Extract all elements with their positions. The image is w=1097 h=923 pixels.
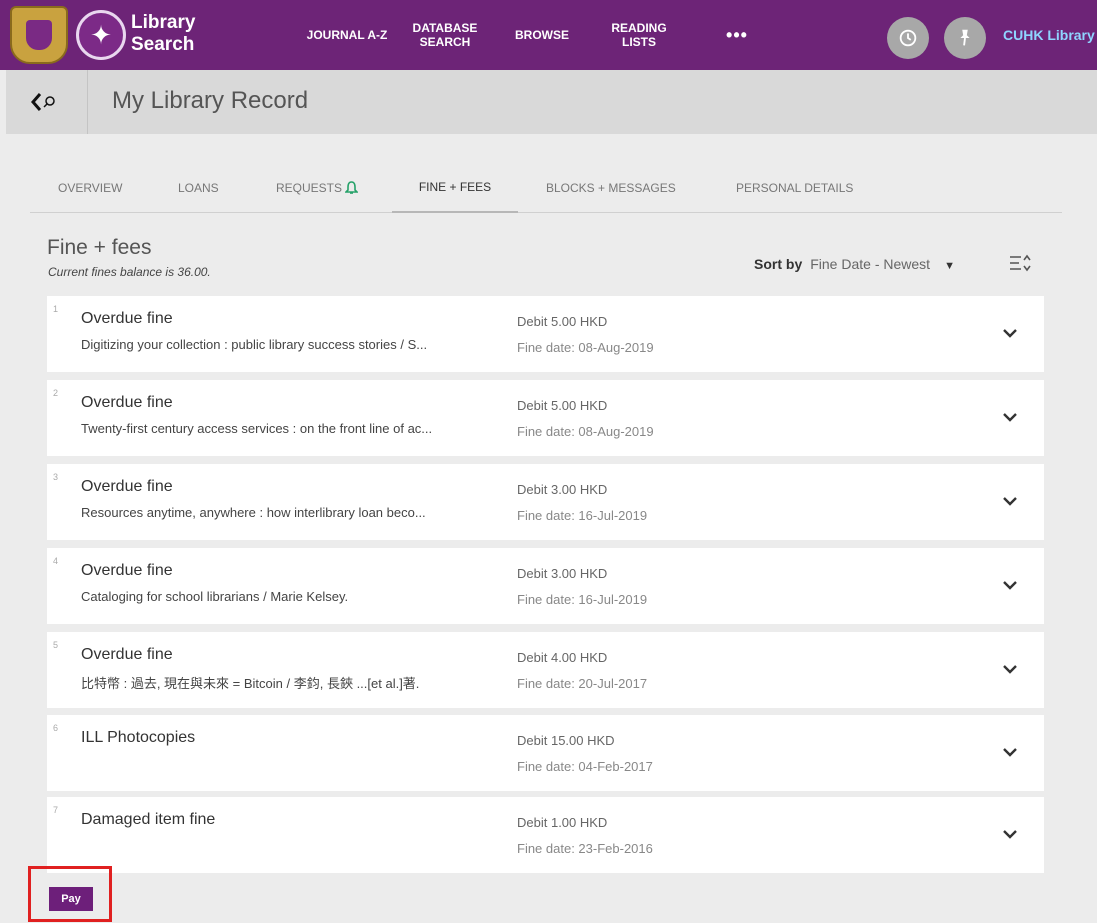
search-history-button[interactable] [887,17,929,59]
fine-debit: Debit 15.00 HKD [517,733,615,748]
fine-type: ILL Photocopies [81,729,196,746]
fine-debit: Debit 4.00 HKD [517,650,608,665]
fine-item-title: Twenty-first century access services : o… [81,421,433,436]
tab-label: REQUESTS [276,181,343,195]
fine-debit: Debit 3.00 HKD [517,482,608,497]
row-number: 4 [53,556,59,566]
row-number: 6 [53,723,59,733]
tab-requests[interactable]: REQUESTS [276,163,359,213]
nav-label-line-1: READING [611,21,667,35]
fine-debit: Debit 3.00 HKD [517,566,608,581]
fine-date: Fine date: 20-Jul-2017 [517,676,648,691]
back-search-icon [30,93,55,111]
nav-database-search[interactable]: DATABASE SEARCH [400,0,490,70]
fine-type: Damaged item fine [81,811,216,828]
chevron-down-icon [1003,665,1017,674]
logo-line-2: Search [131,34,195,55]
expand-row-button[interactable] [999,741,1021,763]
fine-type: Overdue fine [81,646,173,663]
fine-date: Fine date: 04-Feb-2017 [517,759,653,774]
section-title: Fine + fees [47,236,152,259]
logo-line-1: Library [131,12,196,33]
university-crest-logo[interactable] [10,6,68,64]
library-record-tabs: OVERVIEW LOANS REQUESTS FINE + FEES BLOC… [30,163,1062,213]
row-number: 7 [53,805,59,815]
sort-direction-button[interactable] [1008,252,1032,279]
fine-type: Overdue fine [81,478,173,495]
row-number: 1 [53,304,59,314]
library-search-logo-icon[interactable]: ✦ [76,10,126,60]
row-number: 3 [53,472,59,482]
fine-row[interactable]: 1 Overdue fine Digitizing your collectio… [47,296,1044,372]
nav-more-button[interactable]: ••• [714,0,760,70]
library-search-logo-text[interactable]: Library Search [131,12,195,56]
fines-balance: Current fines balance is 36.00. [48,265,211,279]
fine-row[interactable]: 5 Overdue fine 比特幣 : 過去, 現在與未來 = Bitcoin… [47,632,1044,708]
back-to-search-button[interactable] [6,70,88,134]
fine-row[interactable]: 2 Overdue fine Twenty-first century acce… [47,380,1044,456]
nav-browse[interactable]: BROWSE [500,0,584,70]
nav-reading-lists[interactable]: READING LISTS [596,0,682,70]
caret-down-icon: ▼ [944,260,955,272]
fine-item-title: Cataloging for school librarians / Marie… [81,589,349,604]
expand-row-button[interactable] [999,322,1021,344]
chevron-down-icon [1003,748,1017,757]
fine-debit: Debit 1.00 HKD [517,815,608,830]
page-header: My Library Record [6,70,1097,134]
fine-type: Overdue fine [81,394,173,411]
nav-label-line-1: DATABASE [412,21,478,35]
top-bar: ✦ Library Search JOURNAL A-Z DATABASE SE… [0,0,1097,70]
fine-type: Overdue fine [81,310,173,327]
chevron-down-icon [1003,830,1017,839]
tab-personal-details[interactable]: PERSONAL DETAILS [736,163,853,213]
fine-date: Fine date: 08-Aug-2019 [517,424,654,439]
fine-item-title: Digitizing your collection : public libr… [81,337,428,352]
expand-row-button[interactable] [999,490,1021,512]
row-number: 5 [53,640,59,650]
sort-dropdown[interactable]: Sort by Fine Date - Newest ▼ [754,256,955,272]
tab-blocks-messages[interactable]: BLOCKS + MESSAGES [546,163,676,213]
pin-icon [960,29,970,46]
fine-item-title: 比特幣 : 過去, 現在與未來 = Bitcoin / 李鈞, 長鋏 ...[e… [81,676,420,691]
expand-row-button[interactable] [999,658,1021,680]
row-number: 2 [53,388,59,398]
sort-order-icon [1010,254,1031,272]
expand-row-button[interactable] [999,406,1021,428]
more-icon: ••• [726,25,748,45]
fine-row[interactable]: 4 Overdue fine Cataloging for school lib… [47,548,1044,624]
chevron-down-icon [1003,497,1017,506]
chevron-down-icon [1003,329,1017,338]
fine-row[interactable]: 3 Overdue fine Resources anytime, anywhe… [47,464,1044,540]
page-title: My Library Record [112,87,309,114]
sort-label: Sort by [754,256,803,272]
nav-label-line-2: LISTS [621,35,656,49]
fine-row[interactable]: 6 ILL Photocopies Debit 15.00 HKD Fine d… [47,715,1044,791]
fine-date: Fine date: 23-Feb-2016 [517,841,653,856]
fine-debit: Debit 5.00 HKD [517,314,608,329]
expand-row-button[interactable] [999,574,1021,596]
pay-button[interactable]: Pay [49,887,93,911]
fine-row[interactable]: 7 Damaged item fine Debit 1.00 HKD Fine … [47,797,1044,873]
tab-loans[interactable]: LOANS [178,163,219,213]
nav-label-line-2: SEARCH [419,35,471,49]
bell-icon [345,181,359,194]
account-menu-link[interactable]: CUHK Library [1003,27,1095,43]
nav-journal-a-z[interactable]: JOURNAL A-Z [300,0,394,70]
nav-label: BROWSE [515,28,569,42]
chevron-down-icon [1003,413,1017,422]
history-icon [899,29,917,47]
fine-type: Overdue fine [81,562,173,579]
nav-label: JOURNAL A-Z [306,28,388,42]
fine-date: Fine date: 08-Aug-2019 [517,340,654,355]
fine-item-title: Resources anytime, anywhere : how interl… [81,505,426,520]
favorites-pin-button[interactable] [944,17,986,59]
fine-date: Fine date: 16-Jul-2019 [517,592,648,607]
tab-overview[interactable]: OVERVIEW [58,163,122,213]
sort-value: Fine Date - Newest [810,256,931,272]
fine-date: Fine date: 16-Jul-2019 [517,508,648,523]
tab-fine-fees[interactable]: FINE + FEES [392,163,518,213]
fine-debit: Debit 5.00 HKD [517,398,608,413]
expand-row-button[interactable] [999,823,1021,845]
chevron-down-icon [1003,581,1017,590]
